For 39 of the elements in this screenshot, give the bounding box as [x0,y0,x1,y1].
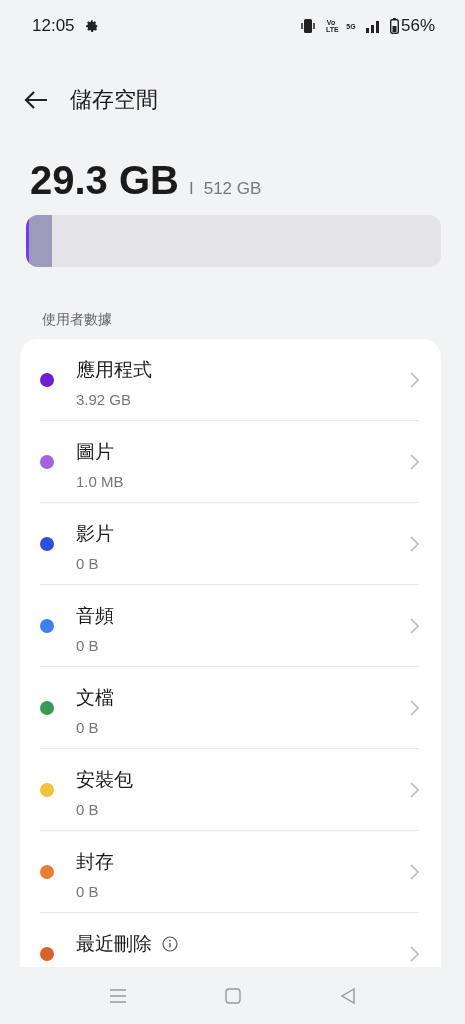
battery-icon [389,18,399,34]
chevron-right-icon[interactable] [410,617,419,634]
category-name[interactable]: 文檔 [76,685,114,711]
chevron-right-icon[interactable] [410,453,419,470]
chevron-right-icon[interactable] [410,699,419,716]
gear-icon [84,19,99,33]
category-name[interactable]: 封存 [76,849,114,875]
chevron-right-icon[interactable] [410,946,419,962]
category-name[interactable]: 圖片 [76,439,114,465]
category-size: 1.0 MB [76,473,125,490]
category-size: 3.92 GB [76,391,133,408]
category-name[interactable]: 影片 [76,521,114,547]
chevron-right-icon[interactable] [410,535,419,552]
back-arrow-icon[interactable] [24,90,48,110]
clock: 12:05 [32,16,75,36]
category-name[interactable]: 應用程式 [76,357,152,383]
page-title: 儲存空間 [70,86,158,114]
category-size: 0 B [76,883,100,900]
total-storage: 512 GB [203,179,262,199]
section-label: 使用者數據 [41,310,113,329]
menu-icon[interactable] [109,988,126,1003]
info-icon[interactable] [162,936,178,952]
category-size: 0 B [76,801,100,818]
chevron-right-icon[interactable] [410,371,419,388]
chevron-right-icon[interactable] [410,781,419,798]
battery-percent: 56% [400,16,435,36]
used-storage: 29.3 GB [30,158,179,203]
home-icon[interactable] [225,987,242,1004]
category-size: 0 B [76,555,100,572]
chevron-right-icon[interactable] [410,863,419,880]
vibrate-icon [299,19,316,33]
category-name[interactable]: 音頻 [76,603,114,629]
category-name[interactable]: 安裝包 [76,767,133,793]
signal-icon [365,19,380,33]
category-name[interactable]: 最近刪除 [76,931,152,957]
category-size: 0 B [76,719,100,736]
category-size: 0 B [76,637,100,654]
separator: I [188,179,194,199]
back-triangle-icon[interactable] [341,987,356,1004]
